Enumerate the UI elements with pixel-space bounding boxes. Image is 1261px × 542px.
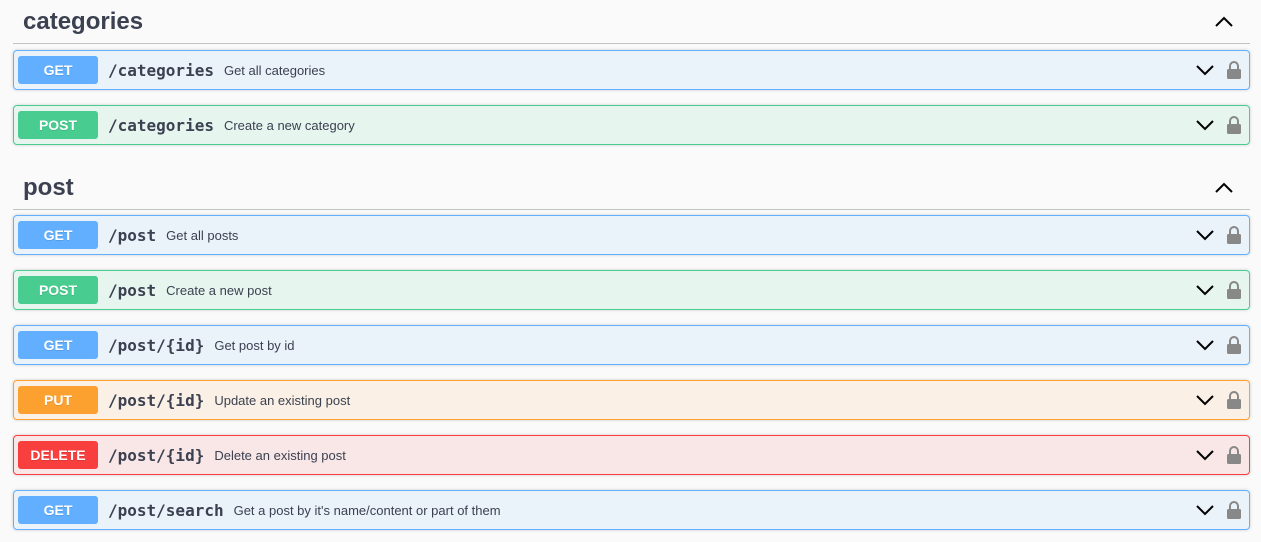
operation-path: /post <box>108 225 157 245</box>
opblock-delete-post-id[interactable]: DELETE /post/{id} Delete an existing pos… <box>13 435 1250 475</box>
method-badge: PUT <box>18 386 98 414</box>
lock-icon[interactable] <box>1224 114 1244 136</box>
operation-path: /post/{id} <box>108 335 205 355</box>
method-badge: POST <box>18 276 98 304</box>
tag-title: post <box>23 173 74 201</box>
method-badge: GET <box>18 56 98 84</box>
operation-summary: Create a new post <box>166 282 272 298</box>
lock-icon[interactable] <box>1224 334 1244 356</box>
opblock-get-categories[interactable]: GET /categories Get all categories <box>13 50 1250 90</box>
chevron-down-icon[interactable] <box>1195 335 1215 355</box>
lock-icon[interactable] <box>1224 224 1244 246</box>
chevron-down-icon[interactable] <box>1195 445 1215 465</box>
chevron-down-icon[interactable] <box>1195 225 1215 245</box>
chevron-down-icon[interactable] <box>1195 280 1215 300</box>
lock-icon[interactable] <box>1224 389 1244 411</box>
operation-summary: Update an existing post <box>214 392 351 408</box>
method-badge: GET <box>18 221 98 249</box>
operation-summary: Delete an existing post <box>214 447 346 463</box>
chevron-down-icon[interactable] <box>1195 390 1215 410</box>
opblock-post-post[interactable]: POST /post Create a new post <box>13 270 1250 310</box>
operation-path: /post <box>108 280 157 300</box>
tag-header-categories[interactable]: categories <box>13 0 1250 44</box>
method-badge: GET <box>18 496 98 524</box>
lock-icon[interactable] <box>1224 444 1244 466</box>
tag-title: categories <box>23 7 144 35</box>
chevron-down-icon[interactable] <box>1195 60 1215 80</box>
operation-summary: Get post by id <box>214 337 295 353</box>
method-badge: GET <box>18 331 98 359</box>
opblock-get-post[interactable]: GET /post Get all posts <box>13 215 1250 255</box>
operation-path: /post/{id} <box>108 445 205 465</box>
chevron-down-icon[interactable] <box>1195 115 1215 135</box>
tag-header-post[interactable]: post <box>13 166 1250 210</box>
operation-summary: Get all categories <box>223 62 326 78</box>
operation-path: /categories <box>108 60 214 80</box>
opblock-get-post-id[interactable]: GET /post/{id} Get post by id <box>13 325 1250 365</box>
operation-summary: Get a post by it's name/content or part … <box>233 502 501 518</box>
operation-path: /post/{id} <box>108 390 205 410</box>
lock-icon[interactable] <box>1224 279 1244 301</box>
chevron-up-icon[interactable] <box>1204 2 1244 42</box>
lock-icon[interactable] <box>1224 499 1244 521</box>
tag-section-post: post <box>13 166 1250 210</box>
chevron-up-icon[interactable] <box>1204 168 1244 208</box>
method-badge: POST <box>18 111 98 139</box>
operation-path: /post/search <box>108 500 224 520</box>
opblock-get-post-search[interactable]: GET /post/search Get a post by it's name… <box>13 490 1250 530</box>
opblock-put-post-id[interactable]: PUT /post/{id} Update an existing post <box>13 380 1250 420</box>
opblock-post-categories[interactable]: POST /categories Create a new category <box>13 105 1250 145</box>
operation-path: /categories <box>108 115 214 135</box>
tag-section-categories: categories <box>13 0 1250 44</box>
chevron-down-icon[interactable] <box>1195 500 1215 520</box>
operation-summary: Get all posts <box>166 227 239 243</box>
lock-icon[interactable] <box>1224 59 1244 81</box>
method-badge: DELETE <box>18 441 98 469</box>
operation-summary: Create a new category <box>223 117 355 133</box>
